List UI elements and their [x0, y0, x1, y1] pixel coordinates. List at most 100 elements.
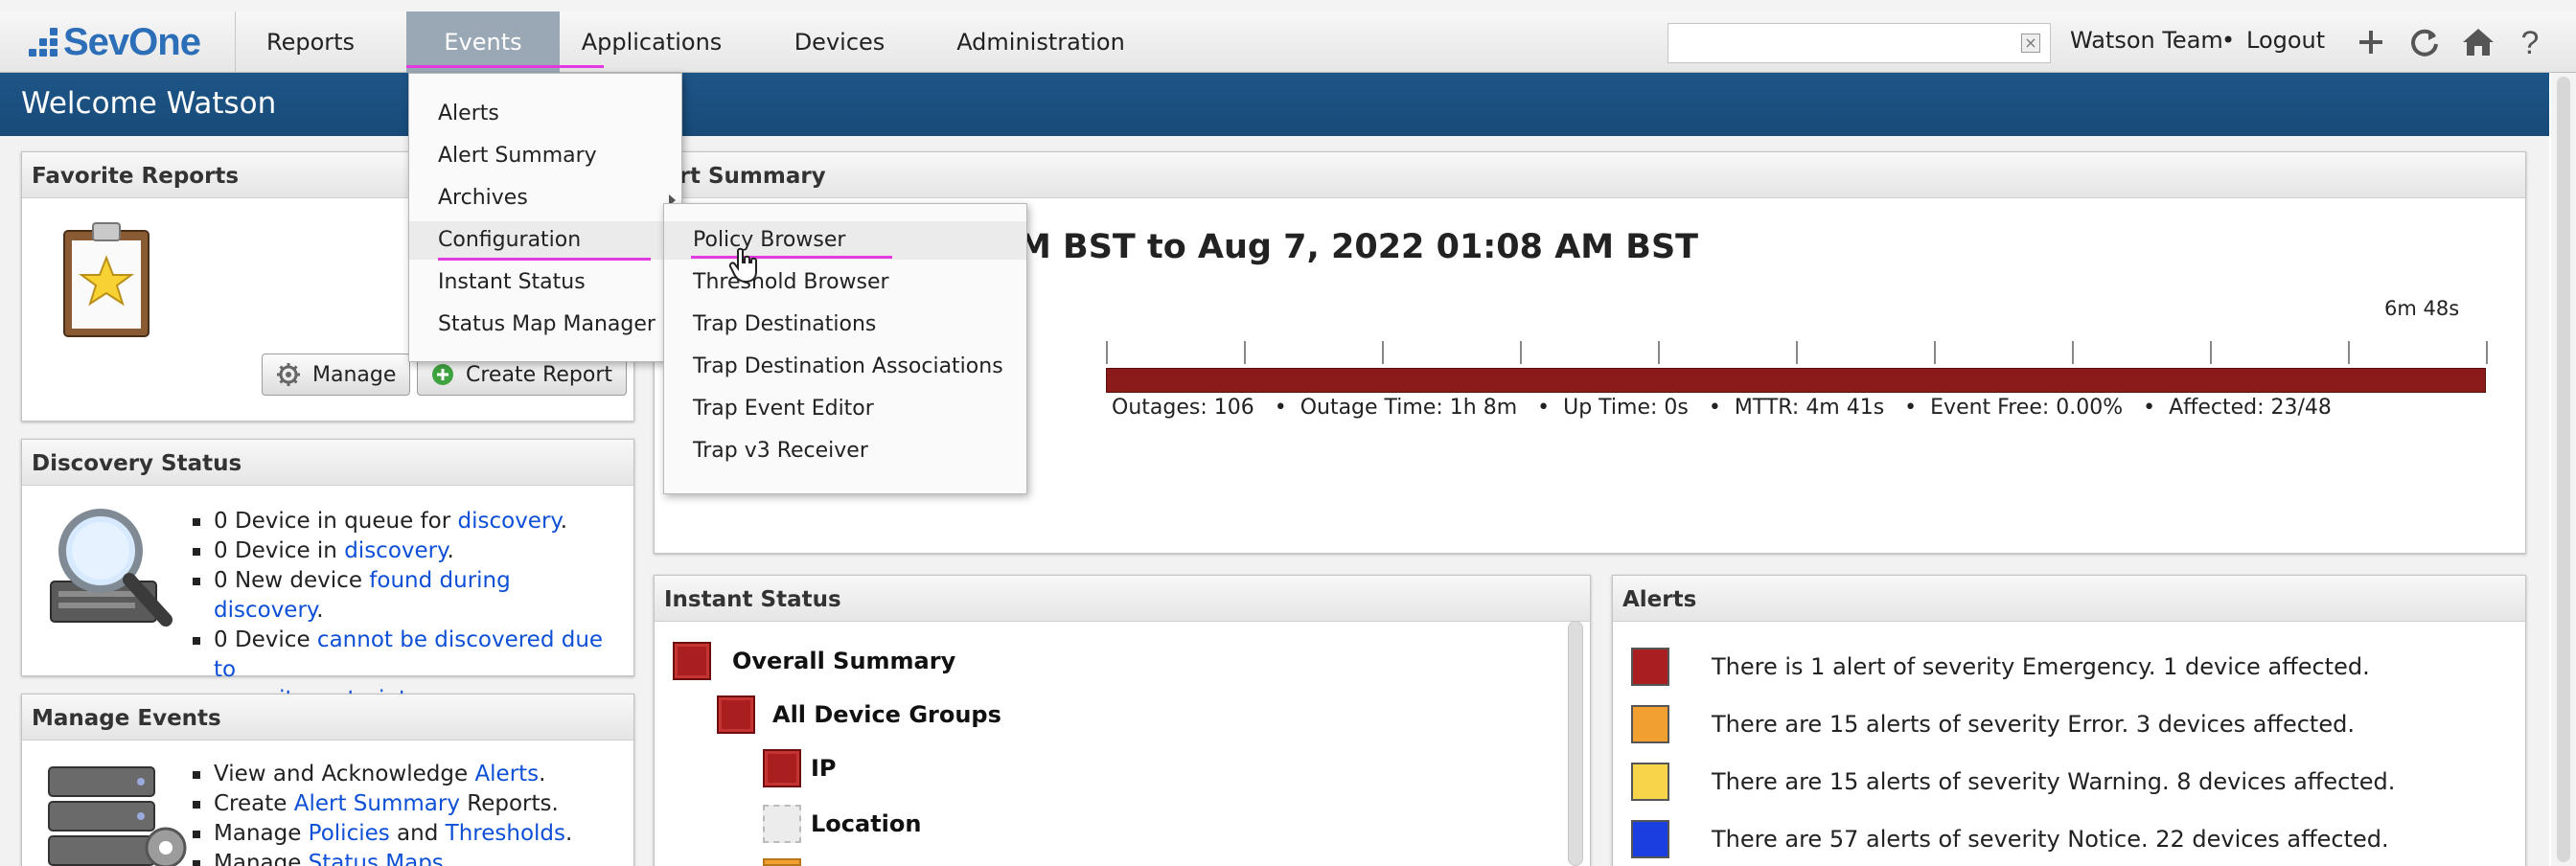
alert-row-text: There are 15 alerts of severity Error. 3…	[1712, 711, 2355, 738]
duration-label: 6m 48s	[2384, 297, 2460, 320]
alert-summary-title: ert Summary	[655, 152, 2525, 198]
stat-affected: Affected: 23/48	[2169, 396, 2332, 420]
server-rack-gear-icon	[48, 766, 187, 866]
submenu-trap-event-editor[interactable]: Trap Event Editor	[664, 390, 1026, 428]
add-icon[interactable]	[2352, 23, 2390, 61]
instant-status-title: Instant Status	[655, 576, 1590, 622]
help-icon[interactable]: ?	[2511, 23, 2549, 61]
menu-item-archives[interactable]: Archives	[409, 179, 681, 217]
manage-events-panel: Manage Events View and Acknowledge Alert…	[21, 694, 634, 866]
alert-row-emergency[interactable]: There is 1 alert of severity Emergency. …	[1631, 648, 2370, 686]
stat-event-free: Event Free: 0.00%	[1930, 396, 2124, 420]
menu-item-alerts[interactable]: Alerts	[409, 95, 681, 133]
alerts-link[interactable]: Alerts	[474, 762, 539, 786]
thresholds-link[interactable]: Thresholds	[446, 821, 565, 846]
location-group-row[interactable]: Location	[763, 805, 921, 843]
submenu-trap-destinations[interactable]: Trap Destinations	[664, 306, 1026, 344]
view-alerts-item: View and Acknowledge Alerts.	[191, 760, 622, 789]
alert-summary-link[interactable]: Alert Summary	[294, 791, 460, 816]
status-square-empty	[763, 805, 801, 843]
timeline-tick	[1106, 341, 1108, 364]
discovery-link-2[interactable]: discovery	[344, 538, 447, 563]
ip-group-row[interactable]: IP	[763, 749, 837, 787]
menu-item-status-map-manager[interactable]: Status Map Manager	[409, 306, 681, 344]
timeline-tick	[2348, 341, 2350, 364]
manage-button-label: Manage	[312, 362, 397, 387]
menu-item-archives-label: Archives	[438, 186, 528, 210]
discovery-status-panel: Discovery Status 0 Device in queue for d…	[21, 439, 634, 712]
sevone-logo[interactable]: SevOne	[0, 11, 236, 73]
status-square-partial	[763, 858, 801, 866]
alert-row-text: There are 57 alerts of severity Notice. …	[1712, 826, 2389, 853]
submenu-threshold-browser[interactable]: Threshold Browser	[664, 263, 1026, 302]
menu-item-alert-summary[interactable]: Alert Summary	[409, 137, 681, 175]
timeline-tick	[2210, 341, 2212, 364]
menu-item-configuration[interactable]: Configuration	[409, 221, 681, 260]
gear-icon	[277, 363, 300, 386]
nav-applications[interactable]: Applications	[575, 11, 728, 73]
logo-text: SevOne	[63, 20, 201, 63]
page-scrollbar-thumb[interactable]	[2557, 77, 2570, 862]
welcome-title: Welcome Watson	[21, 86, 277, 121]
menu-item-instant-status[interactable]: Instant Status	[409, 263, 681, 302]
events-dropdown-menu: Alerts Alert Summary Archives Configurat…	[408, 73, 682, 362]
nav-administration[interactable]: Administration	[953, 11, 1129, 73]
page-header: Welcome Watson	[0, 73, 2549, 136]
page-scrollbar[interactable]	[2551, 73, 2576, 866]
manage-policies-item: Manage Policies and Thresholds.	[191, 819, 622, 849]
alert-summary-range: M BST to Aug 7, 2022 01:08 AM BST	[1018, 228, 1699, 266]
status-square	[717, 695, 755, 734]
configuration-submenu: Policy Browser Threshold Browser Trap De…	[663, 203, 1027, 494]
status-label: IP	[811, 755, 837, 782]
timeline-tick	[2072, 341, 2074, 364]
alert-row-warning[interactable]: There are 15 alerts of severity Warning.…	[1631, 763, 2395, 801]
timeline-tick	[1382, 341, 1384, 364]
search-input[interactable]: ×	[1668, 23, 2051, 63]
logout-link[interactable]: Logout	[2246, 27, 2325, 54]
refresh-icon[interactable]	[2405, 23, 2444, 61]
discovery-in-progress-item: 0 Device in discovery.	[191, 536, 622, 566]
server-magnifier-icon	[50, 509, 172, 627]
svg-text:?: ?	[2521, 25, 2540, 61]
submenu-policy-browser[interactable]: Policy Browser	[664, 221, 1026, 260]
alert-row-text: There are 15 alerts of severity Warning.…	[1712, 768, 2396, 795]
nav-devices[interactable]: Devices	[784, 11, 895, 73]
create-report-button-label: Create Report	[466, 362, 613, 387]
hand-cursor-icon	[728, 247, 757, 284]
status-square	[673, 642, 711, 680]
discovery-link[interactable]: discovery	[458, 509, 561, 534]
alert-row-notice[interactable]: There are 57 alerts of severity Notice. …	[1631, 820, 2389, 858]
severity-warning-square	[1631, 763, 1669, 801]
status-square	[763, 749, 801, 787]
home-icon[interactable]	[2459, 23, 2497, 61]
status-label: All Device Groups	[772, 701, 1001, 728]
add-report-icon	[432, 364, 453, 385]
instant-status-scrollbar[interactable]	[1568, 621, 1583, 866]
clipboard-star-icon	[63, 222, 150, 337]
timeline-tick	[1520, 341, 1522, 364]
alert-row-error[interactable]: There are 15 alerts of severity Error. 3…	[1631, 705, 2355, 743]
status-label: Location	[811, 810, 922, 837]
all-device-groups-row[interactable]: All Device Groups	[717, 695, 1001, 734]
submenu-trap-v3-receiver[interactable]: Trap v3 Receiver	[664, 432, 1026, 470]
overall-summary-row[interactable]: Overall Summary	[673, 642, 955, 680]
submenu-trap-destination-associations[interactable]: Trap Destination Associations	[664, 348, 1026, 386]
manage-button[interactable]: Manage	[262, 353, 411, 396]
timeline-tick	[1934, 341, 1936, 364]
timeline-tick	[2486, 341, 2488, 364]
status-maps-link[interactable]: Status Maps	[309, 851, 444, 866]
outage-timeline-bar[interactable]	[1106, 368, 2486, 393]
clear-search-icon[interactable]: ×	[2021, 34, 2040, 53]
nav-events[interactable]: Events	[406, 11, 560, 73]
user-separator: •	[2221, 27, 2236, 54]
stat-outages: Outages: 106	[1112, 396, 1254, 420]
severity-emergency-square	[1631, 648, 1669, 686]
policies-link[interactable]: Policies	[309, 821, 390, 846]
top-navigation-bar: SevOne Reports Events Applications Devic…	[0, 0, 2576, 73]
alerts-title: Alerts	[1613, 576, 2525, 622]
logo-mark-icon	[29, 28, 58, 57]
nav-reports[interactable]: Reports	[238, 11, 383, 73]
policy-browser-underline	[691, 256, 892, 259]
severity-error-square	[1631, 705, 1669, 743]
manage-status-maps-item: Manage Status Maps.	[191, 849, 622, 866]
